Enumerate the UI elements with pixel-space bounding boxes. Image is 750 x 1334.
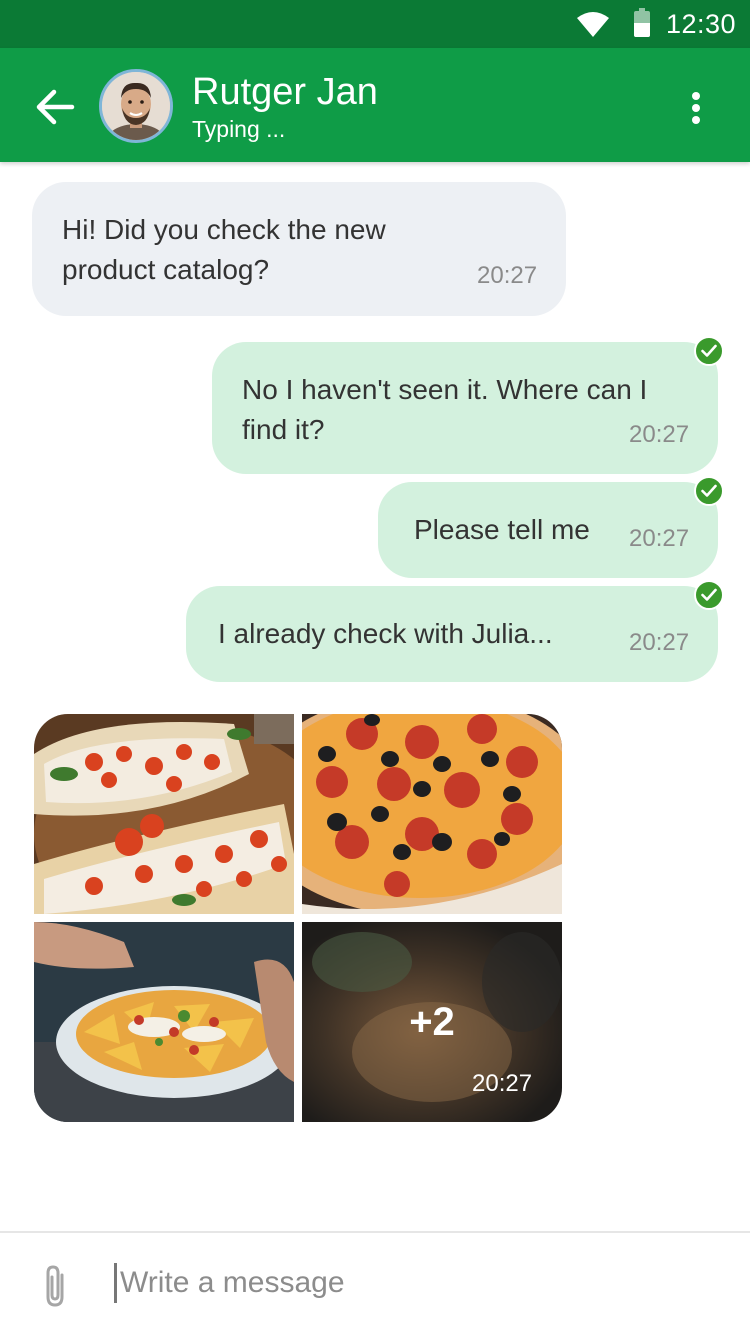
more-photos-count: +2 xyxy=(409,1000,455,1044)
check-circle-icon xyxy=(694,336,724,366)
check-circle-icon xyxy=(694,580,724,610)
message-time: 20:27 xyxy=(477,262,538,289)
paperclip-icon[interactable] xyxy=(40,1263,72,1309)
blurred-food-photo[interactable]: +2 20:27 xyxy=(302,922,562,1122)
incoming-message[interactable]: Hi! Did you check the new product catalo… xyxy=(32,182,566,316)
message-time: 20:27 xyxy=(472,1070,533,1097)
photo-gallery-message[interactable]: +2 20:27 xyxy=(34,714,562,1122)
chat-header: Rutger Jan Typing ... xyxy=(0,48,750,162)
wifi-icon xyxy=(577,12,609,37)
message-text: No I haven't seen it. Where can I find i… xyxy=(242,374,648,445)
message-text: I already check with Julia... xyxy=(218,618,553,649)
bruschetta-photo[interactable] xyxy=(34,714,294,914)
message-composer xyxy=(0,1231,750,1334)
pepperoni-pizza-photo[interactable] xyxy=(302,714,562,914)
battery-icon xyxy=(634,8,650,37)
message-text: Please tell me xyxy=(414,514,590,545)
message-time: 20:27 xyxy=(629,629,690,656)
nachos-photo[interactable] xyxy=(34,922,294,1122)
arrow-left-icon[interactable] xyxy=(34,88,76,126)
status-time: 12:30 xyxy=(666,9,737,39)
outgoing-message[interactable]: I already check with Julia... 20:27 xyxy=(186,586,718,682)
more-vertical-icon[interactable] xyxy=(680,88,712,128)
message-time: 20:27 xyxy=(629,421,690,448)
outgoing-message[interactable]: Please tell me 20:27 xyxy=(378,482,718,578)
contact-name[interactable]: Rutger Jan xyxy=(192,70,378,114)
message-time: 20:27 xyxy=(629,525,690,552)
check-circle-icon xyxy=(694,476,724,506)
text-cursor xyxy=(114,1263,117,1303)
status-bar: 12:30 xyxy=(0,0,750,48)
typing-status: Typing ... xyxy=(192,116,286,142)
message-input[interactable] xyxy=(120,1261,700,1305)
message-text: Hi! Did you check the new product catalo… xyxy=(62,214,386,285)
outgoing-message[interactable]: No I haven't seen it. Where can I find i… xyxy=(212,342,718,474)
contact-avatar[interactable] xyxy=(99,69,173,143)
